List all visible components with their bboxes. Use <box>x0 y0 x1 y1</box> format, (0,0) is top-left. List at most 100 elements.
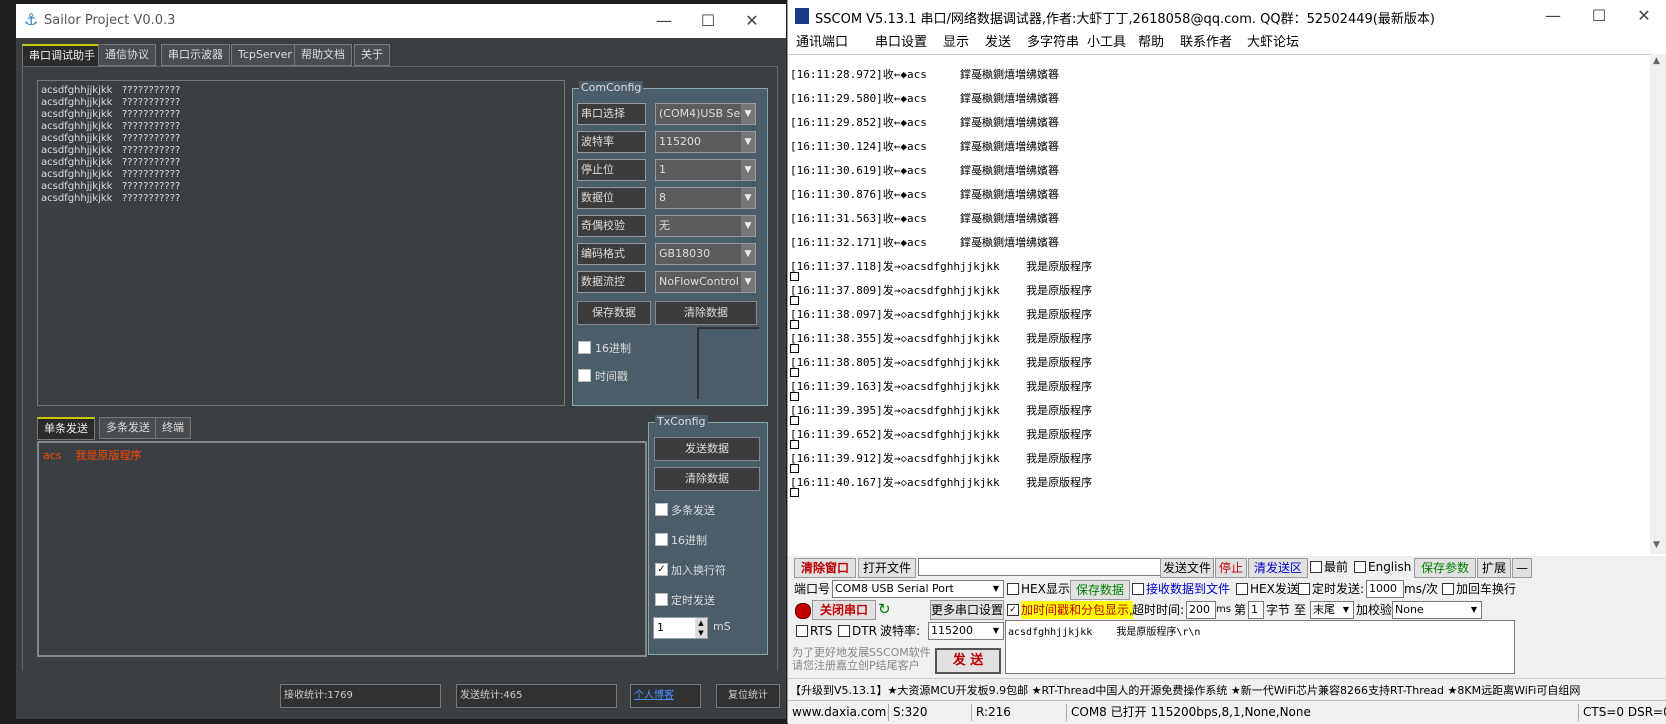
collapse-button[interactable]: — <box>1512 558 1532 578</box>
menu-tools[interactable]: 小工具 <box>1087 32 1126 54</box>
close-button[interactable]: ✕ <box>1621 0 1666 32</box>
timer-send-checkbox[interactable] <box>655 593 668 606</box>
send-count: 发送统计:465 <box>456 684 617 708</box>
reset-stats-button[interactable]: 复位统计 <box>716 684 780 708</box>
open-file-button[interactable]: 打开文件 <box>858 558 916 578</box>
minimize-button[interactable]: — <box>642 4 686 38</box>
receive-line: acsdfghhjjkjkk ??????????? <box>41 121 181 132</box>
tab-help-doc[interactable]: 帮助文档 <box>294 44 352 66</box>
tab-tcpserver[interactable]: TcpServer <box>231 44 299 66</box>
maximize-button[interactable]: ☐ <box>686 4 730 38</box>
hex-send-checkbox[interactable] <box>655 533 668 546</box>
receive-line: acsdfghhjjkjkk ??????????? <box>41 97 181 108</box>
databit-combo[interactable]: 8 ▼ <box>655 187 756 209</box>
scroll-up-icon[interactable]: ▲ <box>1653 56 1660 66</box>
tab-serial-debug[interactable]: 串口调试助手 <box>22 44 102 67</box>
promo-text[interactable]: 为了更好地发展SSCOM软件 请您注册嘉立创P结尾客户 <box>792 646 932 672</box>
checksum-combo[interactable]: None ▼ <box>1392 601 1482 619</box>
menu-serial-settings[interactable]: 串口设置 <box>875 32 927 54</box>
hex-label: 16进制 <box>595 342 631 355</box>
send-input[interactable]: acsdfghhjjkjkk 我是原版程序\r\n <box>1005 620 1515 674</box>
encoding-combo[interactable]: GB18030 ▼ <box>655 243 756 265</box>
clear-send-area-button[interactable]: 清发送区 <box>1248 558 1308 578</box>
blog-link[interactable]: 个人博客 <box>630 684 701 708</box>
close-button[interactable]: ✕ <box>730 4 774 38</box>
crlf-box-icon <box>790 464 799 473</box>
comconfig-group: ComConfig 串口选择 (COM4)USB Seria ▼ 波特率 1152… <box>572 81 768 406</box>
timed-send-checkbox[interactable] <box>1298 583 1310 595</box>
hex-display-checkbox[interactable] <box>1007 583 1019 595</box>
baud-value: 115200 <box>659 135 701 148</box>
minimize-button[interactable]: — <box>1530 0 1576 32</box>
english-checkbox[interactable] <box>1354 561 1366 573</box>
multi-send-checkbox[interactable] <box>655 503 668 516</box>
refresh-icon[interactable]: ↻ <box>878 600 891 618</box>
menu-comm-port[interactable]: 通讯端口 <box>796 32 848 54</box>
end-combo[interactable]: 末尾 ▼ <box>1310 601 1354 619</box>
timestamp-checkbox[interactable] <box>578 369 591 382</box>
port-status: COM8 已打开 115200bps,8,1,None,None <box>1066 704 1501 721</box>
send-textarea[interactable]: acs 我是原版程序 <box>37 441 647 657</box>
tab-protocol[interactable]: 通信协议 <box>98 44 156 66</box>
log-line-send: [16:11:37.118]发→◇acsdfghhjjkjkk 我是原版程序 <box>790 260 1093 273</box>
port-select-combo[interactable]: (COM4)USB Seria ▼ <box>655 103 756 125</box>
rts-checkbox[interactable] <box>796 625 808 637</box>
tab-multi-send[interactable]: 多条发送 <box>99 417 157 439</box>
send-data-button[interactable]: 发送数据 <box>654 437 760 461</box>
dtr-checkbox[interactable] <box>838 625 850 637</box>
menu-display[interactable]: 显示 <box>943 32 969 54</box>
scroll-down-icon[interactable]: ▼ <box>1653 540 1660 550</box>
baud-combo[interactable]: 115200 ▼ <box>655 131 756 153</box>
close-port-button[interactable]: 关闭串口 <box>812 600 876 620</box>
receive-textarea[interactable]: acsdfghhjjkjkk ??????????? acsdfghhjjkjk… <box>37 80 565 406</box>
maximize-button[interactable]: ☐ <box>1576 0 1622 32</box>
interval-spinner[interactable]: 1 ▲ ▼ <box>653 617 708 639</box>
interval-input[interactable]: 1000 <box>1366 580 1404 598</box>
baud-label: 波特率 <box>577 131 646 153</box>
tab-terminal[interactable]: 终端 <box>155 417 191 439</box>
recv-to-file-checkbox[interactable] <box>1132 583 1144 595</box>
clear-data-button[interactable]: 清除数据 <box>655 301 757 325</box>
clear-send-button[interactable]: 清除数据 <box>654 467 760 491</box>
stop-button[interactable]: 停止 <box>1215 558 1247 578</box>
expand-button[interactable]: 扩展 <box>1477 558 1511 578</box>
menu-contact[interactable]: 联系作者 <box>1180 32 1232 54</box>
menu-multi-string[interactable]: 多字符串 <box>1027 32 1079 54</box>
port-combo[interactable]: COM8 USB Serial Port ▼ <box>832 580 1004 598</box>
save-data-button[interactable]: 保存数据 <box>1070 580 1130 600</box>
menu-help[interactable]: 帮助 <box>1138 32 1164 54</box>
sailor-titlebar: ⚓ Sailor Project V0.0.3 — ☐ ✕ <box>16 4 786 38</box>
menu-forum[interactable]: 大虾论坛 <box>1247 32 1299 54</box>
hex-send-checkbox[interactable] <box>1236 583 1248 595</box>
receive-log[interactable]: [16:11:28.972]收←◆acs 鐣戞槸鍘熺増绋嬪簭 [16:11:29… <box>788 54 1650 555</box>
flowcontrol-combo[interactable]: NoFlowControl ▼ <box>655 271 756 293</box>
hex-checkbox[interactable] <box>578 341 591 354</box>
send-file-button[interactable]: 发送文件 <box>1160 558 1214 578</box>
more-settings-button[interactable]: 更多串口设置 <box>930 600 1004 620</box>
site-link[interactable]: www.daxia.com <box>788 704 888 721</box>
save-data-button[interactable]: 保存数据 <box>577 301 651 325</box>
add-crlf-checkbox[interactable] <box>1442 583 1454 595</box>
topmost-checkbox[interactable] <box>1310 561 1322 573</box>
sailor-title: Sailor Project V0.0.3 <box>44 13 176 28</box>
log-scrollbar[interactable]: ▲ ▼ <box>1650 54 1666 554</box>
ticker-text[interactable]: 【升级到V5.13.1】★大资源MCU开发板9.9包邮 ★RT-Thread中国… <box>790 682 1580 698</box>
menu-send[interactable]: 发送 <box>985 32 1011 54</box>
tab-oscilloscope[interactable]: 串口示波器 <box>161 44 230 66</box>
clear-window-button[interactable]: 清除窗口 <box>794 558 856 578</box>
newline-checkbox[interactable]: ✓ <box>655 563 668 576</box>
timestamp-checkbox[interactable]: ✓ <box>1007 604 1019 616</box>
send-button[interactable]: 发 送 <box>935 648 1001 674</box>
byte-no-input[interactable]: 1 <box>1248 601 1264 619</box>
tab-single-send[interactable]: 单条发送 <box>37 417 95 440</box>
chevron-down-icon: ▼ <box>741 160 755 180</box>
save-params-button[interactable]: 保存参数 <box>1414 558 1476 578</box>
spinner-arrows-icon[interactable]: ▲ ▼ <box>695 618 707 638</box>
baud-combo[interactable]: 115200 ▼ <box>928 622 1004 640</box>
timeout-input[interactable]: 200 <box>1186 601 1216 619</box>
tab-about[interactable]: 关于 <box>354 44 390 66</box>
parity-combo[interactable]: 无 ▼ <box>655 215 756 237</box>
stopbit-combo[interactable]: 1 ▼ <box>655 159 756 181</box>
file-path-input[interactable] <box>918 558 1162 576</box>
sscom-control-panel: 清除窗口 打开文件 发送文件 停止 清发送区 最前 English 保存参数 扩… <box>788 556 1666 678</box>
